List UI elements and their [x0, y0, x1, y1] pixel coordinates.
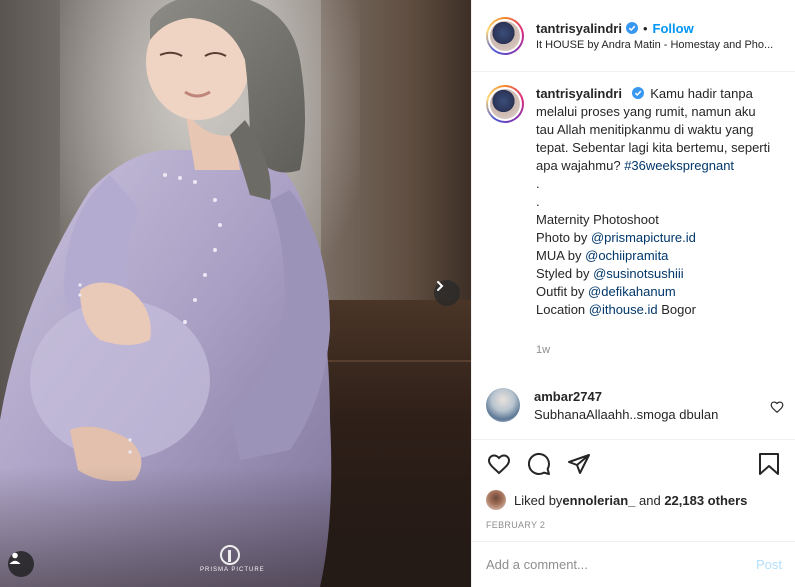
mention-location[interactable]: @ithouse.id: [589, 302, 658, 317]
caption-mua-prefix: MUA by: [536, 248, 586, 263]
post-actions: Liked by ennolerian_ and 22,183 others F…: [472, 439, 795, 530]
likes-middle: and: [635, 492, 665, 508]
comment-text: SubhanaAllaahh..smoga dbulan: [534, 407, 719, 422]
post-side-panel: tantrisyalindri • Follow It HOUSE by And…: [471, 0, 795, 587]
comment-username[interactable]: ambar2747: [534, 388, 770, 406]
caption-line-location: Location @ithouse.id Bogor: [536, 301, 776, 319]
caption-timestamp[interactable]: 1w: [536, 341, 776, 359]
user-tag-button[interactable]: [8, 551, 34, 577]
caption-dot-1: .: [536, 176, 540, 191]
verified-badge-icon: [625, 22, 638, 34]
comment-bubble-icon: [527, 452, 550, 475]
caption-hashtag[interactable]: #36weekspregnant: [624, 158, 734, 173]
heart-icon: [487, 454, 511, 475]
post-header: tantrisyalindri • Follow It HOUSE by And…: [472, 0, 795, 72]
post-location[interactable]: It HOUSE by Andra Matin - Homestay and P…: [536, 39, 773, 51]
like-button[interactable]: [486, 451, 512, 477]
liker-avatar[interactable]: [486, 490, 506, 510]
carousel-next-button[interactable]: [434, 280, 460, 306]
follow-button[interactable]: Follow: [653, 21, 694, 36]
paper-plane-icon: [568, 454, 590, 474]
chevron-right-icon: [437, 281, 444, 291]
caption-line-photo: Photo by @prismapicture.id: [536, 229, 776, 247]
caption-outfit-prefix: Outfit by: [536, 284, 589, 299]
comment-item: ambar2747 SubhanaAllaahh..smoga dbulan: [486, 388, 784, 424]
bookmark-icon: [759, 453, 779, 475]
caption-location-prefix: Location: [536, 302, 589, 317]
photo-watermark: PRISMA PICTURE: [200, 545, 265, 573]
comment-button[interactable]: [526, 451, 552, 477]
mention-photo[interactable]: @prismapicture.id: [591, 230, 696, 245]
add-comment-bar: Post: [472, 541, 795, 587]
comment-like-heart-icon[interactable]: [770, 400, 784, 414]
caption-avatar[interactable]: [486, 85, 524, 123]
caption-text: tantrisyalindri Kamu hadir tanpa melalui…: [536, 85, 776, 359]
mention-styled[interactable]: @susinotsushiii: [593, 266, 684, 281]
likes-count[interactable]: 22,183 others: [664, 493, 747, 508]
caption-photo-prefix: Photo by: [536, 230, 591, 245]
likes-summary: Liked by ennolerian_ and 22,183 others: [486, 488, 782, 512]
verified-badge-icon: [631, 87, 644, 99]
caption-styled-prefix: Styled by: [536, 266, 594, 281]
caption-line-outfit: Outfit by @defikahanum: [536, 283, 776, 301]
watermark-logo-icon: [220, 545, 240, 565]
header-text: tantrisyalindri • Follow It HOUSE by And…: [536, 21, 773, 51]
share-button[interactable]: [566, 451, 592, 477]
commenter-avatar[interactable]: [486, 388, 520, 422]
likes-prefix: Liked by: [514, 492, 563, 508]
caption-dot-2: .: [536, 194, 540, 209]
caption-line-title: Maternity Photoshoot: [536, 212, 659, 227]
comment-body: ambar2747 SubhanaAllaahh..smoga dbulan: [534, 388, 770, 424]
liker-username[interactable]: ennolerian_: [562, 493, 635, 508]
caption-line-styled: Styled by @susinotsushiii: [536, 265, 776, 283]
save-button[interactable]: [756, 451, 782, 477]
caption-area: tantrisyalindri Kamu hadir tanpa melalui…: [472, 73, 795, 439]
caption-location-suffix: Bogor: [657, 302, 696, 317]
add-comment-input[interactable]: [486, 557, 750, 572]
header-username[interactable]: tantrisyalindri: [536, 21, 622, 36]
header-separator: •: [642, 20, 648, 36]
author-avatar[interactable]: [486, 16, 524, 55]
mention-mua[interactable]: @ochiipramita: [585, 248, 668, 263]
post-photo: PRISMA PICTURE: [0, 0, 471, 587]
caption-username[interactable]: tantrisyalindri: [536, 86, 622, 101]
watermark-text: PRISMA PICTURE: [200, 567, 265, 573]
caption-line-mua: MUA by @ochiipramita: [536, 247, 776, 265]
post-comment-button[interactable]: Post: [756, 557, 782, 572]
user-tag-icon: [9, 552, 21, 564]
post-date[interactable]: FEBRUARY 2: [486, 520, 782, 530]
mention-outfit[interactable]: @defikahanum: [588, 284, 676, 299]
